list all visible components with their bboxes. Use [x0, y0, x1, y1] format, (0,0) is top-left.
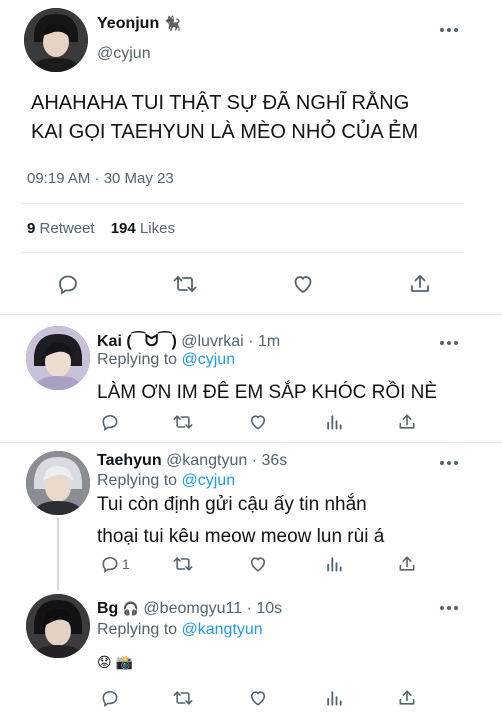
reply-author-name[interactable]: Bg — [97, 600, 118, 617]
replying-to-label: Replying to — [97, 351, 178, 368]
retweet-button[interactable] — [172, 554, 194, 574]
share-button[interactable] — [397, 688, 417, 708]
reply-button[interactable]: 1 — [100, 554, 130, 574]
share-icon — [399, 556, 415, 571]
like-label: Likes — [139, 220, 175, 237]
retweet-icon — [173, 415, 193, 429]
like-button[interactable] — [291, 272, 315, 296]
retweet-icon — [173, 276, 197, 292]
author-name[interactable]: Yeonjun — [97, 15, 159, 32]
reply-icon — [59, 275, 77, 295]
share-icon — [399, 690, 415, 705]
reply-icon — [102, 690, 118, 708]
replying-to-handle[interactable]: @cyjun — [182, 472, 236, 489]
separator-dot: · — [248, 333, 254, 350]
tweet-text-line-1: AHAHAHA TUI THẬT SỰ ĐÃ NGHĨ RẰNG — [31, 92, 410, 114]
more-icon[interactable] — [440, 341, 458, 345]
retweet-label: Retweet — [39, 220, 95, 237]
reply-author-name[interactable]: Taehyun — [97, 452, 162, 469]
retweet-icon — [173, 691, 193, 705]
tweet-text-line-2: KAI GỌI TAEHYUN LÀ MÈO NHỎ CỦA ẺM — [31, 121, 419, 143]
reply-icon — [102, 556, 118, 574]
reply-author-line: Kai (⁀ᗢ⁀) @luvrkai · 1m — [97, 331, 280, 351]
tweet-timestamp[interactable]: 09:19 AM · 30 May 23 — [27, 170, 174, 187]
replying-to: Replying to @cyjun — [97, 351, 235, 369]
avatar-bg[interactable] — [26, 594, 90, 658]
thread-connector — [57, 518, 59, 590]
author-handle[interactable]: @cyjun — [97, 45, 151, 63]
retweet-button[interactable] — [172, 688, 194, 708]
like-button[interactable] — [248, 688, 268, 708]
reply-text: LÀM ƠN IM ĐÊ EM SẮP KHÓC RỒI NÈ — [97, 382, 438, 403]
reply-button[interactable] — [100, 688, 126, 708]
replying-to-label: Replying to — [97, 621, 178, 638]
share-button[interactable] — [397, 412, 417, 432]
divider — [22, 252, 462, 253]
analytics-button[interactable] — [324, 412, 344, 432]
retweet-count: 9 — [27, 220, 36, 237]
reply-icon — [102, 414, 118, 432]
analytics-icon — [327, 415, 342, 430]
reply-text-line-2: thoại tui kêu meow meow lun rùi á — [97, 526, 385, 547]
reply-author-decoration: (⁀ᗢ⁀) — [126, 333, 177, 350]
reply-emoji-text: 😟 📸 — [97, 654, 133, 670]
more-icon[interactable] — [440, 461, 458, 465]
reply-text-line-1: Tui còn định gửi cậu ấy tin nhắn — [97, 494, 367, 515]
like-button[interactable] — [248, 554, 268, 574]
reply-button[interactable] — [56, 272, 80, 296]
author-line: Yeonjun 🐈‍⬛ — [97, 15, 181, 33]
like-icon — [294, 276, 312, 293]
retweet-stat[interactable]: 9 Retweet — [27, 220, 99, 237]
reply-author-handle[interactable]: @beomgyu11 — [143, 600, 242, 617]
like-count: 194 — [110, 220, 136, 237]
reply-button[interactable] — [100, 412, 126, 432]
reply-count: 1 — [122, 556, 130, 572]
retweet-button[interactable] — [172, 272, 198, 296]
analytics-button[interactable] — [324, 688, 344, 708]
cat-emoji: 🐈‍⬛ — [163, 15, 182, 31]
reply-time[interactable]: 36s — [261, 452, 287, 469]
reply-time[interactable]: 1m — [258, 333, 280, 350]
divider — [0, 314, 502, 315]
reply-author-line: Taehyun @kangtyun · 36s — [97, 452, 287, 470]
reply-time[interactable]: 10s — [256, 600, 282, 617]
reply-author-line: Bg 🎧 @beomgyu11 · 10s — [97, 600, 282, 618]
share-button[interactable] — [397, 554, 417, 574]
retweet-icon — [173, 557, 193, 571]
reply-author-handle[interactable]: @kangtyun — [166, 452, 247, 469]
analytics-icon — [327, 557, 342, 572]
divider — [22, 203, 462, 204]
tweet-text: AHAHAHA TUI THẬT SỰ ĐÃ NGHĨ RẰNG KAI GỌI… — [31, 89, 418, 147]
replying-to: Replying to @kangtyun — [97, 621, 263, 639]
reply-author-name[interactable]: Kai — [97, 333, 122, 350]
separator-dot: · — [246, 600, 252, 617]
share-icon — [411, 275, 429, 292]
retweet-button[interactable] — [172, 412, 194, 432]
replying-to-handle[interactable]: @cyjun — [182, 351, 236, 368]
like-stat[interactable]: 194 Likes — [111, 220, 175, 237]
replying-to-label: Replying to — [97, 472, 178, 489]
avatar-taehyun[interactable] — [26, 451, 90, 515]
reply-author-handle[interactable]: @luvrkai — [181, 333, 243, 350]
share-button[interactable] — [408, 272, 432, 296]
more-icon[interactable] — [440, 606, 458, 610]
avatar-yeonjun[interactable] — [24, 8, 88, 72]
engagement-stats: 9 Retweet 194 Likes — [27, 220, 175, 237]
more-icon[interactable] — [440, 28, 458, 32]
analytics-button[interactable] — [324, 554, 344, 574]
reply-text: Tui còn định gửi cậu ấy tin nhắn thoại t… — [97, 489, 384, 553]
avatar-kai[interactable] — [26, 326, 90, 390]
like-button[interactable] — [248, 412, 268, 432]
like-icon — [250, 691, 266, 706]
like-icon — [250, 415, 266, 430]
separator-dot: · — [251, 452, 258, 469]
analytics-icon — [327, 691, 342, 706]
replying-to-handle[interactable]: @kangtyun — [182, 621, 263, 638]
share-icon — [399, 414, 415, 429]
like-icon — [250, 557, 266, 572]
divider — [0, 442, 502, 443]
headphones-emoji: 🎧 — [122, 601, 139, 616]
replying-to: Replying to @cyjun — [97, 472, 235, 490]
